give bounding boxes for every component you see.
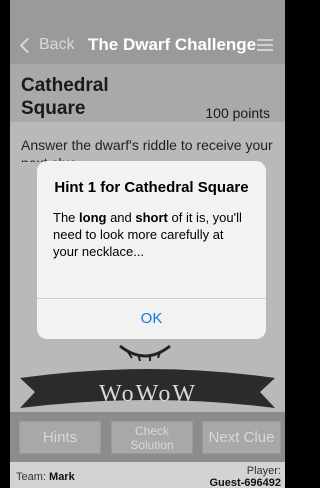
alert-title: Hint 1 for Cathedral Square [54, 179, 249, 196]
alert-message-text: and [106, 210, 136, 225]
ok-button[interactable]: OK [37, 298, 266, 339]
hint-alert-dialog: Hint 1 for Cathedral Square The long and… [37, 161, 266, 339]
alert-message-bold: short [135, 210, 168, 225]
alert-message-bold: long [79, 210, 107, 225]
alert-message: The long and short of it is, you'll need… [37, 197, 266, 260]
app-screen: Back The Dwarf Challenge Cathedral Squar… [10, 0, 285, 488]
alert-message-text: The [53, 210, 80, 225]
